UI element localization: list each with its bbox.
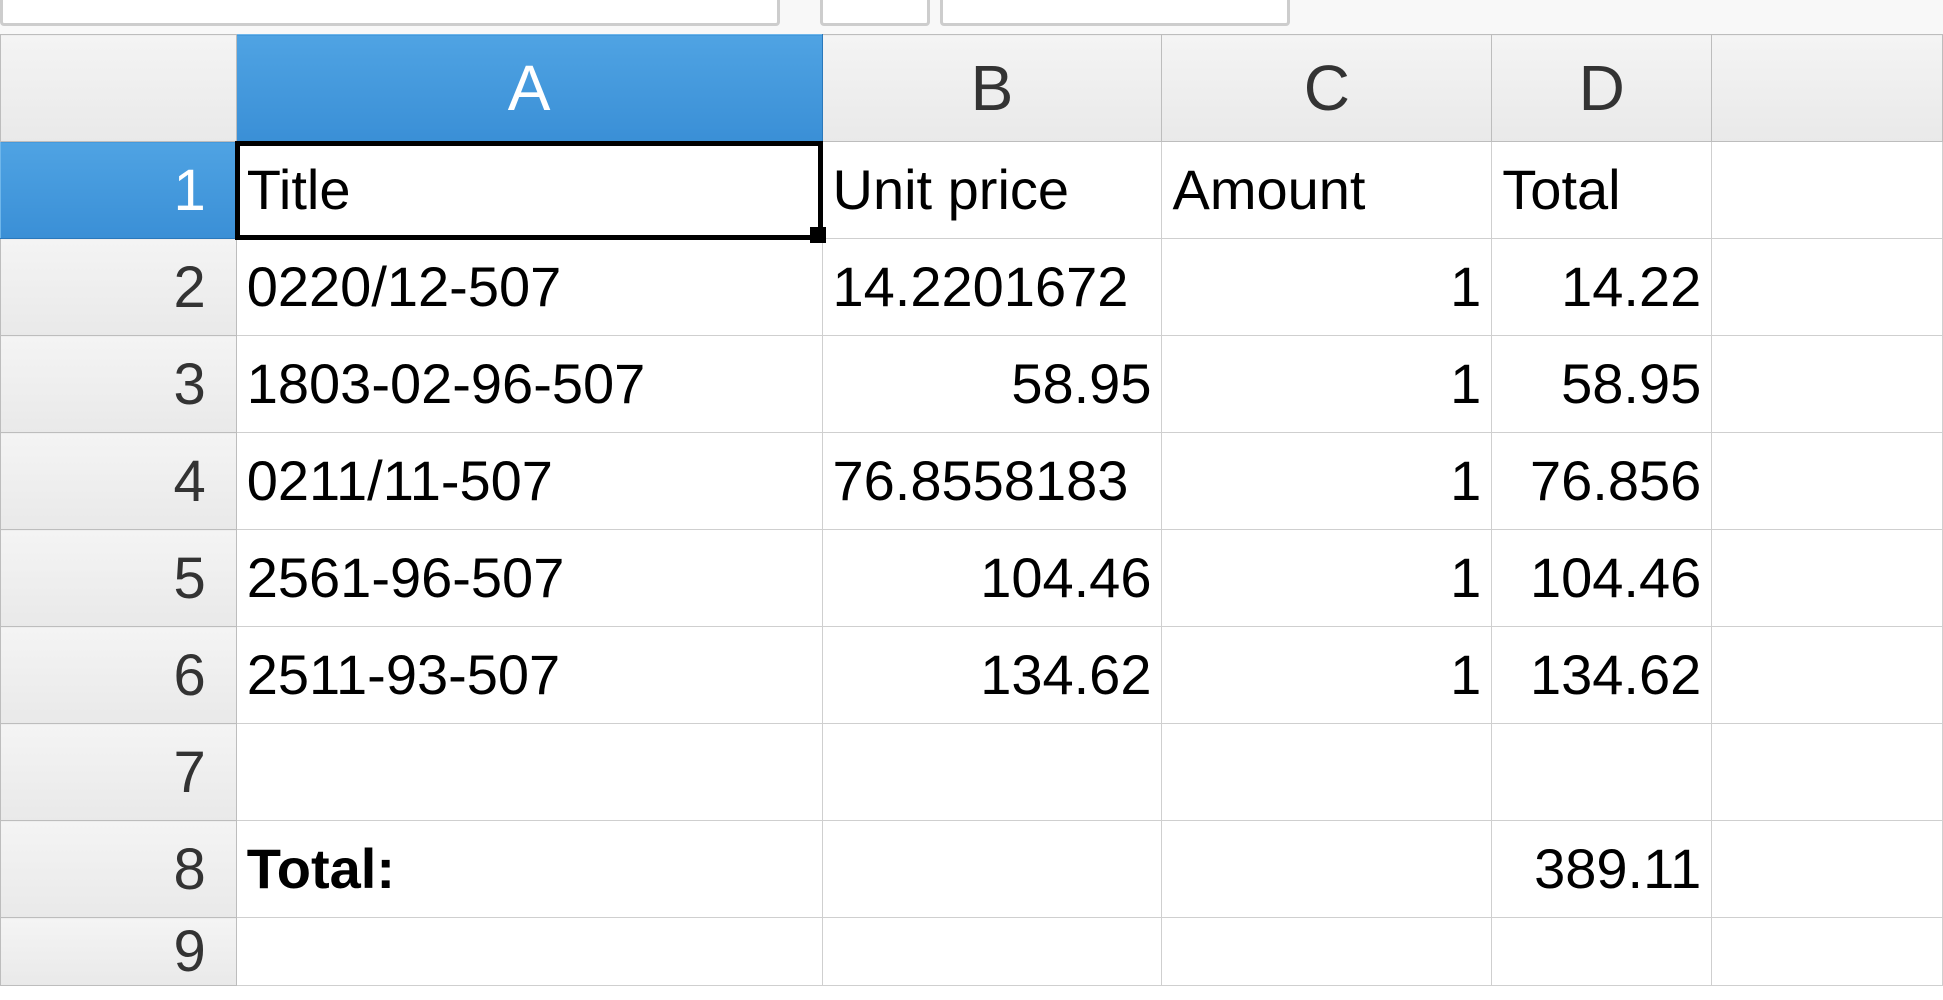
cell-D7[interactable] [1492, 724, 1712, 821]
row-5: 5 2561-96-507 104.46 1 104.46 [1, 530, 1943, 627]
cell-E7[interactable] [1712, 724, 1943, 821]
row-9: 9 [1, 918, 1943, 986]
cell-C5[interactable]: 1 [1162, 530, 1492, 627]
column-header-C[interactable]: C [1162, 35, 1492, 142]
row-header-3[interactable]: 3 [1, 336, 237, 433]
cell-A2[interactable]: 0220/12-507 [236, 239, 822, 336]
row-header-4[interactable]: 4 [1, 433, 237, 530]
column-header-D[interactable]: D [1492, 35, 1712, 142]
cell-A7[interactable] [236, 724, 822, 821]
cell-B1[interactable]: Unit price [822, 142, 1162, 239]
cell-D9[interactable] [1492, 918, 1712, 986]
row-7: 7 [1, 724, 1943, 821]
cell-D2[interactable]: 14.22 [1492, 239, 1712, 336]
row-1: 1 Title Unit price Amount Total [1, 142, 1943, 239]
cell-E1[interactable] [1712, 142, 1943, 239]
cell-C3[interactable]: 1 [1162, 336, 1492, 433]
cell-B9[interactable] [822, 918, 1162, 986]
cell-C6[interactable]: 1 [1162, 627, 1492, 724]
row-header-7[interactable]: 7 [1, 724, 237, 821]
cell-C9[interactable] [1162, 918, 1492, 986]
cell-B3[interactable]: 58.95 [822, 336, 1162, 433]
cell-B2[interactable]: 14.2201672 [822, 239, 1162, 336]
cell-E4[interactable] [1712, 433, 1943, 530]
formula-bar-fragment[interactable] [0, 0, 780, 26]
cell-B4[interactable]: 76.8558183 [822, 433, 1162, 530]
cell-E9[interactable] [1712, 918, 1943, 986]
cell-B6[interactable]: 134.62 [822, 627, 1162, 724]
row-4: 4 0211/11-507 76.8558183 1 76.856 [1, 433, 1943, 530]
cell-A9[interactable] [236, 918, 822, 986]
cells-grid[interactable]: A B C D 1 Title Unit price Amount Total … [0, 34, 1943, 986]
cell-A1[interactable]: Title [236, 142, 822, 239]
cell-E2[interactable] [1712, 239, 1943, 336]
column-header-row: A B C D [1, 35, 1943, 142]
cell-A8[interactable]: Total: [236, 821, 822, 918]
row-header-2[interactable]: 2 [1, 239, 237, 336]
cell-D3[interactable]: 58.95 [1492, 336, 1712, 433]
cell-C2[interactable]: 1 [1162, 239, 1492, 336]
row-header-5[interactable]: 5 [1, 530, 237, 627]
cell-C4[interactable]: 1 [1162, 433, 1492, 530]
toolbar-button-fragment[interactable] [820, 0, 930, 26]
cell-E6[interactable] [1712, 627, 1943, 724]
toolbar-button-fragment[interactable] [940, 0, 1290, 26]
row-8: 8 Total: 389.11 [1, 821, 1943, 918]
cell-B7[interactable] [822, 724, 1162, 821]
cell-D1[interactable]: Total [1492, 142, 1712, 239]
cell-E5[interactable] [1712, 530, 1943, 627]
cell-D5[interactable]: 104.46 [1492, 530, 1712, 627]
cell-C7[interactable] [1162, 724, 1492, 821]
cell-A3[interactable]: 1803-02-96-507 [236, 336, 822, 433]
cell-D6[interactable]: 134.62 [1492, 627, 1712, 724]
spreadsheet: A B C D 1 Title Unit price Amount Total … [0, 0, 1943, 986]
row-header-8[interactable]: 8 [1, 821, 237, 918]
cell-D4[interactable]: 76.856 [1492, 433, 1712, 530]
select-all-corner[interactable] [1, 35, 237, 142]
cell-B5[interactable]: 104.46 [822, 530, 1162, 627]
cell-D8[interactable]: 389.11 [1492, 821, 1712, 918]
row-2: 2 0220/12-507 14.2201672 1 14.22 [1, 239, 1943, 336]
row-3: 3 1803-02-96-507 58.95 1 58.95 [1, 336, 1943, 433]
row-header-1[interactable]: 1 [1, 142, 237, 239]
row-6: 6 2511-93-507 134.62 1 134.62 [1, 627, 1943, 724]
cell-B8[interactable] [822, 821, 1162, 918]
cell-E8[interactable] [1712, 821, 1943, 918]
cell-C8[interactable] [1162, 821, 1492, 918]
column-header-B[interactable]: B [822, 35, 1162, 142]
row-header-6[interactable]: 6 [1, 627, 237, 724]
row-header-9[interactable]: 9 [1, 918, 237, 986]
cell-A6[interactable]: 2511-93-507 [236, 627, 822, 724]
column-header-E[interactable] [1712, 35, 1943, 142]
cell-E3[interactable] [1712, 336, 1943, 433]
toolbar-fragment [0, 0, 1943, 34]
cell-C1[interactable]: Amount [1162, 142, 1492, 239]
cell-A5[interactable]: 2561-96-507 [236, 530, 822, 627]
column-header-A[interactable]: A [236, 35, 822, 142]
cell-A4[interactable]: 0211/11-507 [236, 433, 822, 530]
